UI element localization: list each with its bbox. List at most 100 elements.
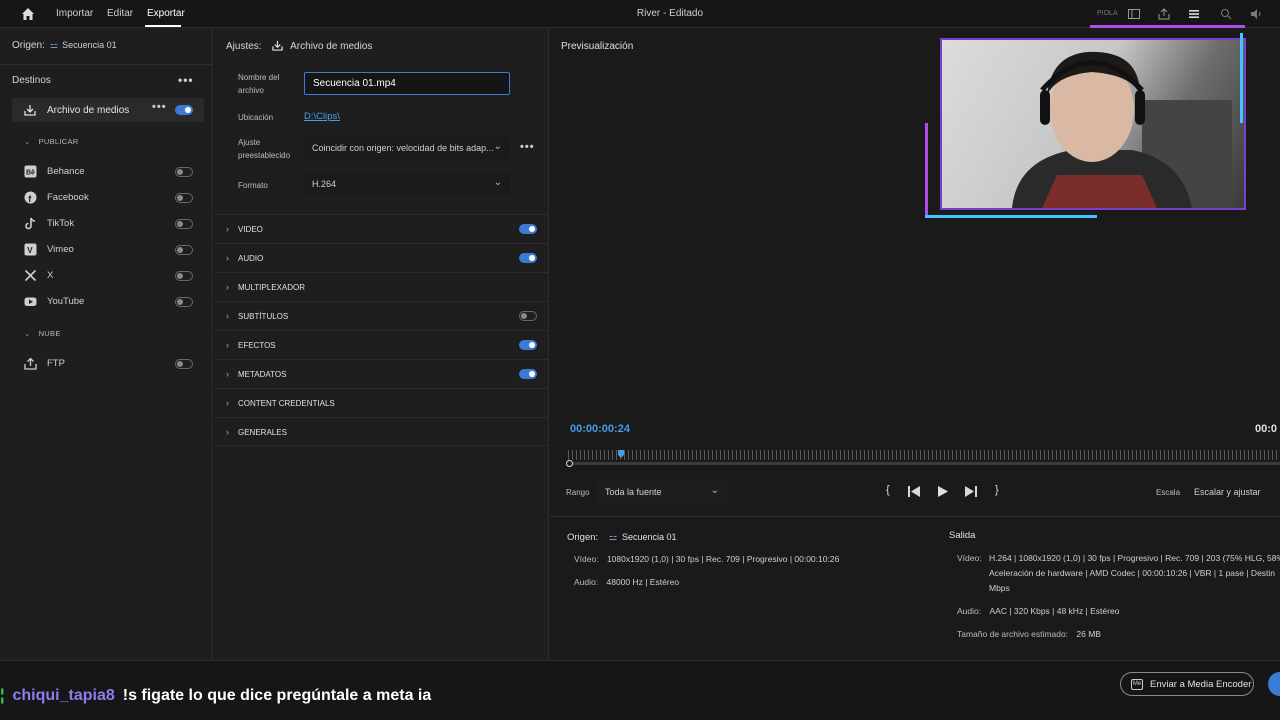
volume-icon[interactable] (1249, 7, 1263, 21)
filename-label-line1: Nombre del (238, 73, 280, 82)
publish-section-header[interactable]: ⌄ PUBLICAR (24, 137, 79, 146)
metadata-toggle[interactable] (519, 369, 537, 379)
vimeo-toggle[interactable] (175, 245, 193, 255)
section-subtitles[interactable]: › SUBTÍTULOS (214, 301, 548, 330)
origin-sequence[interactable]: ⚍ Secuencia 01 (50, 40, 117, 51)
filename-input[interactable]: Secuencia 01.mp4 (304, 72, 510, 95)
destination-vimeo[interactable]: V Vimeo (24, 240, 194, 260)
chevron-right-icon: › (226, 340, 229, 350)
source-title: Origen: (567, 532, 599, 543)
preset-value: Coincidir con origen: velocidad de bits … (312, 143, 494, 153)
person-silhouette (1012, 51, 1232, 208)
mark-out-icon[interactable]: } (995, 484, 999, 496)
behance-icon: Bē (24, 165, 37, 178)
timeline-ruler[interactable] (566, 450, 1280, 468)
section-content-credentials[interactable]: › CONTENT CREDENTIALS (214, 388, 548, 417)
ruler-track (568, 462, 1280, 465)
location-link[interactable]: D:\Clips\ (304, 111, 340, 122)
destination-ftp[interactable]: FTP (24, 354, 194, 374)
output-size-row: Tamaño de archivo estimado: 26 MB (957, 627, 1101, 642)
webcam-overlay-border (1240, 33, 1243, 123)
preview-title: Previsualización (561, 41, 634, 52)
subtitles-toggle[interactable] (519, 311, 537, 321)
output-audio-value: AAC | 320 Kbps | 48 kHz | Estéreo (989, 606, 1120, 616)
preset-select[interactable]: Coincidir con origen: velocidad de bits … (304, 137, 510, 159)
output-title: Salida (949, 530, 976, 541)
menu-icon[interactable] (1187, 7, 1201, 21)
media-file-toggle[interactable] (175, 105, 193, 115)
mark-in-icon[interactable]: { (886, 484, 890, 496)
video-toggle[interactable] (519, 224, 537, 234)
chevron-down-icon: ⌄ (493, 177, 502, 188)
section-general[interactable]: › GENERALES (214, 417, 548, 446)
effects-toggle[interactable] (519, 340, 537, 350)
destinations-panel: Origen: ⚍ Secuencia 01 Destinos ••• Archi… (0, 28, 213, 660)
chevron-right-icon: › (226, 398, 229, 408)
chevron-down-icon: ⌄ (710, 485, 719, 496)
export-button[interactable] (1268, 672, 1280, 696)
sequence-icon: ⚍ (50, 40, 59, 50)
ftp-toggle[interactable] (175, 359, 193, 369)
settings-subtitle: Archivo de medios (290, 41, 373, 52)
destination-behance[interactable]: Bē Behance (24, 162, 194, 182)
tiktok-label: TikTok (47, 218, 75, 229)
destination-x[interactable]: X (24, 266, 194, 286)
in-point-handle[interactable] (566, 460, 573, 467)
top-bar: Importar Editar Exportar River - Editado… (0, 0, 1280, 28)
behance-toggle[interactable] (175, 167, 193, 177)
workspace-label[interactable]: PIOLA (1097, 10, 1118, 17)
step-back-icon[interactable] (908, 486, 922, 497)
output-video-line3: Mbps (989, 583, 1010, 593)
quick-search-icon[interactable] (1219, 7, 1233, 21)
section-content-credentials-label: CONTENT CREDENTIALS (238, 399, 335, 408)
scale-select[interactable]: Escalar y ajustar (1194, 487, 1261, 497)
step-forward-icon[interactable] (963, 486, 977, 497)
section-effects[interactable]: › EFECTOS (214, 330, 548, 359)
current-timecode[interactable]: 00:00:00:24 (570, 423, 630, 435)
output-size-value: 26 MB (1076, 629, 1101, 639)
panel-icon[interactable] (1127, 7, 1141, 21)
tiktok-toggle[interactable] (175, 219, 193, 229)
section-metadata[interactable]: › METADATOS (214, 359, 548, 388)
section-multiplexer[interactable]: › MULTIPLEXADOR (214, 272, 548, 301)
destination-tiktok[interactable]: TikTok (24, 214, 194, 234)
vimeo-icon: V (24, 243, 37, 256)
audio-toggle[interactable] (519, 253, 537, 263)
download-icon (272, 40, 284, 51)
send-to-media-encoder-label: Enviar a Media Encoder (1150, 679, 1252, 690)
publish-section-label: PUBLICAR (38, 137, 79, 146)
cloud-section-label: NUBE (38, 329, 61, 338)
facebook-toggle[interactable] (175, 193, 193, 203)
destination-facebook[interactable]: f Facebook (24, 188, 194, 208)
bottom-bar: ¦ chiqui_tapia8 !s figate lo que dice preg… (0, 660, 1280, 720)
section-general-label: GENERALES (238, 428, 287, 437)
chevron-down-icon: ⌄ (24, 137, 31, 146)
preset-label-line1: Ajuste (238, 138, 261, 147)
section-video[interactable]: › VIDEO (214, 214, 548, 243)
destination-youtube[interactable]: YouTube (24, 292, 194, 312)
destinations-more-icon[interactable]: ••• (178, 73, 194, 87)
ruler-ticks (568, 450, 1280, 460)
destination-media-file[interactable]: Archivo de medios ••• (12, 98, 204, 122)
behance-label: Behance (47, 166, 85, 177)
output-video-line2: Aceleración de hardware | AMD Codec | 00… (989, 568, 1276, 578)
chevron-right-icon: › (226, 369, 229, 379)
youtube-toggle[interactable] (175, 297, 193, 307)
section-audio[interactable]: › AUDIO (214, 243, 548, 272)
send-to-media-encoder-button[interactable]: Me Enviar a Media Encoder (1120, 672, 1254, 696)
origin-row: Origen: ⚍ Secuencia 01 (12, 40, 117, 51)
output-video-values: H.264 | 1080x1920 (1,0) | 30 fps | Progr… (989, 551, 1280, 596)
divider (550, 516, 1280, 517)
media-file-more-icon[interactable]: ••• (152, 101, 167, 113)
format-select[interactable]: H.264 ⌄ (304, 173, 510, 195)
range-select[interactable]: Toda la fuente ⌄ (597, 481, 727, 503)
preset-more-icon[interactable]: ••• (520, 141, 535, 153)
webcam-image (942, 40, 1244, 208)
x-toggle[interactable] (175, 271, 193, 281)
preset-label: Ajuste preestablecido (238, 136, 290, 162)
cloud-section-header[interactable]: ⌄ NUBE (24, 329, 61, 338)
play-icon[interactable] (937, 486, 948, 497)
share-icon[interactable] (1157, 7, 1171, 21)
origin-label: Origen: (12, 40, 45, 51)
chat-badge-icon: ¦ (0, 687, 5, 704)
